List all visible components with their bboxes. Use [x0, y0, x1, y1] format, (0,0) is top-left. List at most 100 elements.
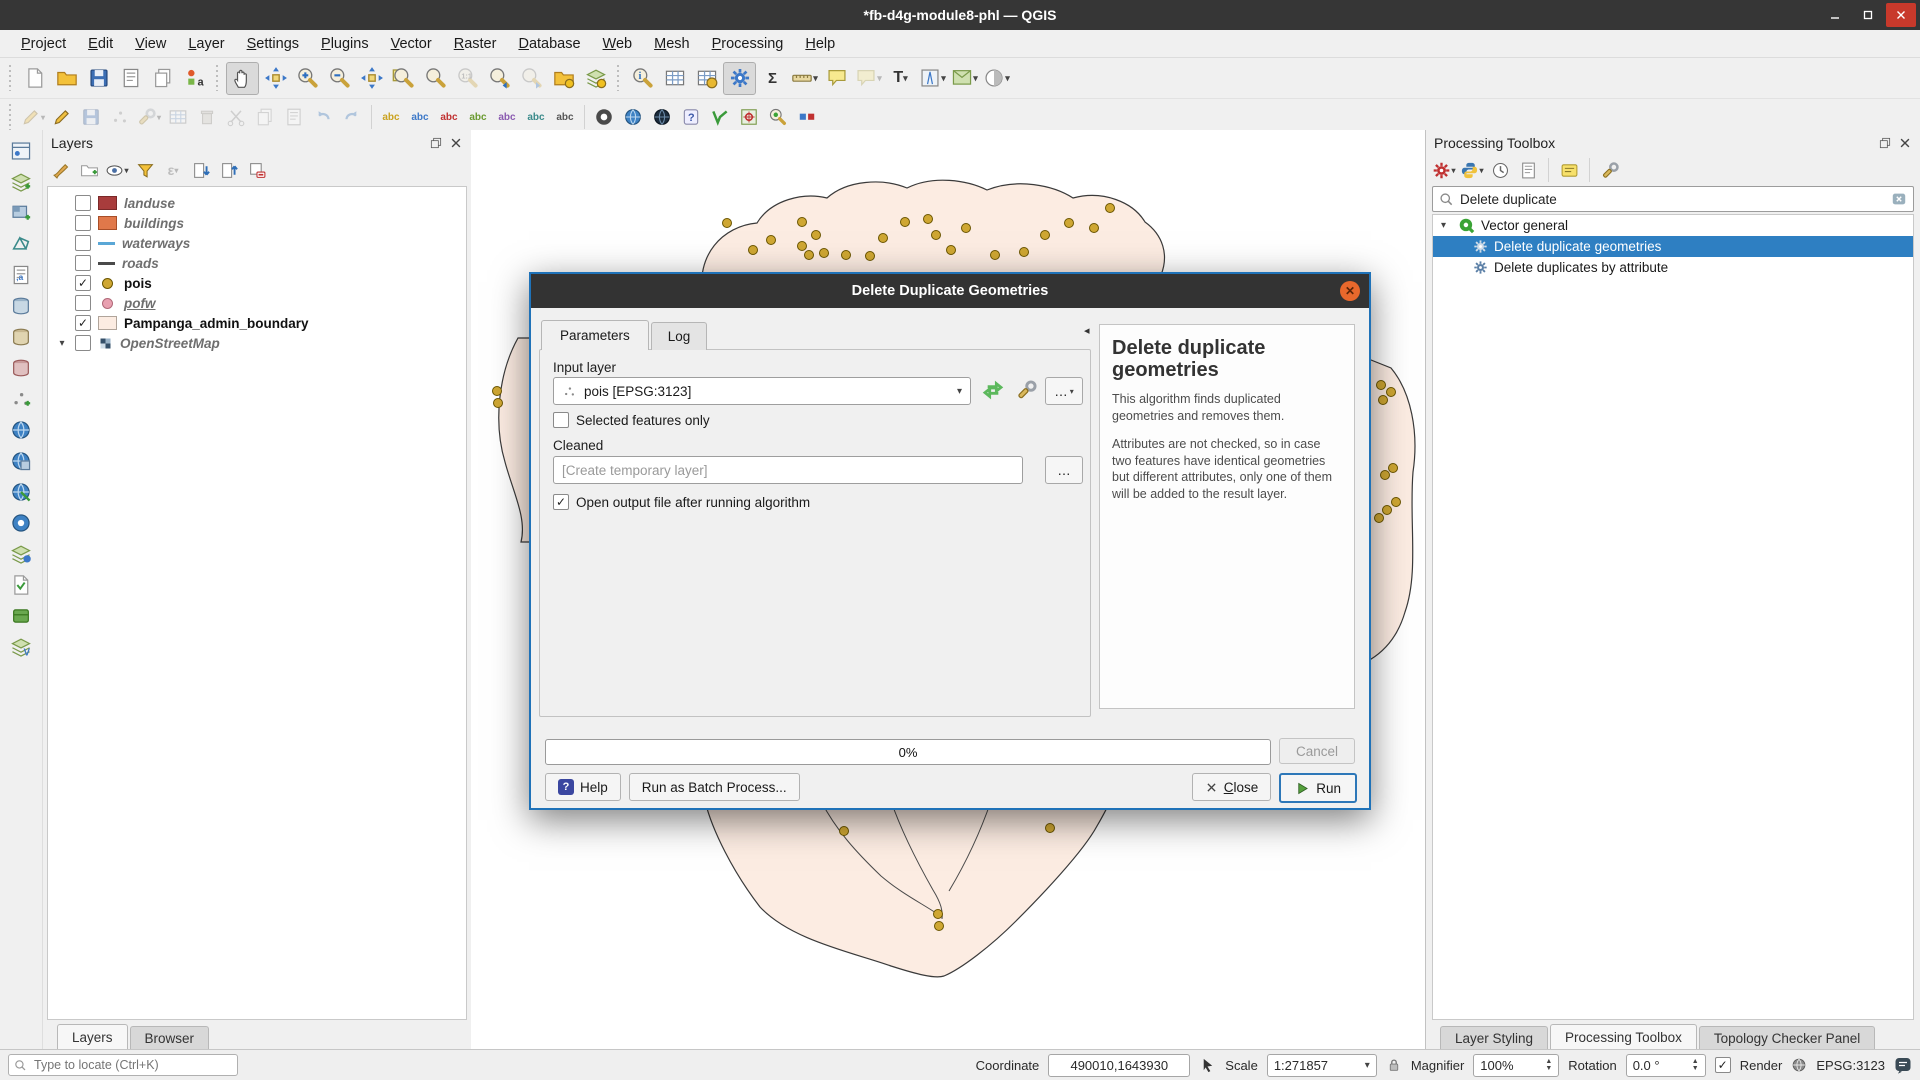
selected-features-row[interactable]: Selected features only	[553, 412, 710, 428]
tab-parameters[interactable]: Parameters	[541, 320, 649, 350]
pan-map-icon[interactable]	[226, 61, 259, 95]
menu-layer[interactable]: Layer	[179, 34, 233, 54]
filter-legend-icon[interactable]	[133, 158, 157, 182]
text-annotation-icon[interactable]: T ▾	[885, 63, 916, 94]
toolbar-grip[interactable]	[615, 65, 623, 91]
new-project-icon[interactable]	[19, 63, 50, 94]
coordinate-field[interactable]: 490010,1643930	[1048, 1053, 1191, 1077]
search-input[interactable]: Delete duplicate	[1460, 192, 1557, 207]
log-messages-icon[interactable]	[1894, 1056, 1912, 1074]
crs-status[interactable]: EPSG:3123	[1816, 1058, 1885, 1073]
menu-view[interactable]: View	[126, 34, 175, 54]
close-panel-icon[interactable]	[449, 136, 463, 150]
menu-settings[interactable]: Settings	[238, 34, 308, 54]
menu-raster[interactable]: Raster	[445, 34, 506, 54]
menu-processing[interactable]: Processing	[703, 34, 793, 54]
field-calculator-icon[interactable]	[691, 63, 722, 94]
layer-row-pofw[interactable]: pofw	[48, 293, 466, 313]
label-change-icon[interactable]: abc	[551, 103, 579, 131]
add-raster-layer-icon[interactable]	[6, 200, 36, 226]
layer-checkbox[interactable]	[75, 295, 91, 311]
menu-mesh[interactable]: Mesh	[645, 34, 698, 54]
python-scripts-icon[interactable]: ▾	[1460, 158, 1484, 182]
show-bookmarks-icon[interactable]	[580, 63, 611, 94]
add-spatialite-layer-icon[interactable]	[6, 324, 36, 350]
new-print-layout-icon[interactable]	[115, 63, 146, 94]
new-shapefile-layer-icon[interactable]	[6, 572, 36, 598]
layer-row-pois[interactable]: ✓ pois	[48, 273, 466, 293]
layer-checkbox[interactable]	[75, 335, 91, 351]
new-virtual-layer-icon[interactable]: V	[6, 634, 36, 660]
quickmapservices-icon[interactable]	[619, 103, 647, 131]
crs-globe-icon[interactable]	[1791, 1057, 1807, 1073]
menu-database[interactable]: Database	[509, 34, 589, 54]
add-wfs-layer-icon[interactable]	[6, 479, 36, 505]
osm-place-search-icon[interactable]	[590, 103, 618, 131]
identify-features-icon[interactable]: i	[627, 63, 658, 94]
float-panel-icon[interactable]	[1878, 136, 1892, 150]
measure-icon[interactable]: ▾	[789, 63, 820, 94]
tree-item-delete-duplicate-geometries[interactable]: Delete duplicate geometries	[1433, 236, 1913, 257]
add-delimited-text-layer-icon[interactable]: ,a	[6, 262, 36, 288]
metasearch-icon[interactable]	[648, 103, 676, 131]
new-bookmark-icon[interactable]	[548, 63, 579, 94]
cancel-button[interactable]: Cancel	[1279, 738, 1355, 764]
render-checkbox[interactable]: ✓	[1714, 1057, 1731, 1073]
map-tips-icon[interactable]	[821, 63, 852, 94]
magnifier-label[interactable]: Magnifier	[1411, 1058, 1464, 1073]
manage-map-themes-icon[interactable]: ▾	[105, 158, 129, 182]
spinner-arrows-icon[interactable]: ▲ ▼	[1545, 1058, 1552, 1072]
run-as-batch-button[interactable]: Run as Batch Process...	[628, 773, 800, 801]
tab-log[interactable]: Log	[650, 322, 708, 350]
options-wrench-icon[interactable]	[1598, 158, 1622, 182]
layer-row-roads[interactable]: roads	[48, 253, 466, 273]
input-layer-combo[interactable]: pois [EPSG:3123] ▾	[553, 377, 971, 405]
layer-checkbox[interactable]	[75, 255, 91, 271]
close-icon[interactable]	[1886, 3, 1916, 27]
layer-row-buildings[interactable]: buildings	[48, 213, 466, 233]
clear-search-icon[interactable]	[1891, 191, 1907, 207]
close-panel-icon[interactable]	[1898, 136, 1912, 150]
new-geopackage-layer-icon[interactable]	[6, 603, 36, 629]
expand-all-icon[interactable]	[189, 158, 213, 182]
run-button[interactable]: Run	[1279, 773, 1357, 803]
input-browse-button[interactable]: … ▾	[1045, 377, 1083, 405]
menu-edit[interactable]: Edit	[79, 34, 122, 54]
tab-topology-checker-panel[interactable]: Topology Checker Panel	[1698, 1026, 1876, 1050]
locator-input[interactable]	[32, 1057, 232, 1073]
search-plugin-icon[interactable]	[764, 103, 792, 131]
magnifier-spinner[interactable]: 100% ▲ ▼	[1473, 1053, 1560, 1077]
undo-icon[interactable]	[309, 103, 337, 131]
selected-features-checkbox[interactable]	[553, 412, 569, 428]
open-output-checkbox[interactable]: ✓	[553, 494, 569, 510]
coordinate-label[interactable]: Coordinate	[976, 1058, 1040, 1073]
add-point-feature-icon[interactable]	[106, 103, 134, 131]
style-manager-icon[interactable]: a	[179, 63, 210, 94]
zoom-to-selection-icon[interactable]	[388, 63, 419, 94]
layer-row-landuse[interactable]: landuse	[48, 193, 466, 213]
collapse-all-icon[interactable]	[217, 158, 241, 182]
processing-options-icon[interactable]: ▾	[1432, 158, 1456, 182]
menu-project[interactable]: Project	[12, 34, 75, 54]
rotation-spinner[interactable]: 0.0 ° ▲ ▼	[1625, 1053, 1706, 1077]
pan-to-selection-icon[interactable]	[260, 63, 291, 94]
add-virtual-layer-icon[interactable]	[6, 541, 36, 567]
zoom-in-icon[interactable]	[292, 63, 323, 94]
vertex-tool-icon[interactable]: ▾	[135, 103, 163, 131]
remove-layer-icon[interactable]	[245, 158, 269, 182]
delete-selected-icon[interactable]	[193, 103, 221, 131]
scale-label[interactable]: Scale	[1225, 1058, 1258, 1073]
tab-processing-toolbox[interactable]: Processing Toolbox	[1550, 1024, 1697, 1050]
tree-group-vector-general[interactable]: ▾ Vector general	[1433, 215, 1913, 236]
dialog-titlebar[interactable]: Delete Duplicate Geometries ✕	[531, 274, 1369, 308]
label-move-icon[interactable]: abc	[493, 103, 521, 131]
toolbar-grip[interactable]	[7, 104, 15, 130]
label-rotate-icon[interactable]: abc	[522, 103, 550, 131]
layer-diagram-icon[interactable]: abc	[406, 103, 434, 131]
topology-checker-icon[interactable]	[793, 103, 821, 131]
zoom-last-icon[interactable]	[484, 63, 515, 94]
add-wcs-layer-icon[interactable]	[6, 448, 36, 474]
edit-features-in-place-icon[interactable]	[1557, 158, 1581, 182]
filter-by-expression-icon[interactable]: ε ▾	[161, 158, 185, 182]
cleaned-browse-button[interactable]: …	[1045, 456, 1083, 484]
